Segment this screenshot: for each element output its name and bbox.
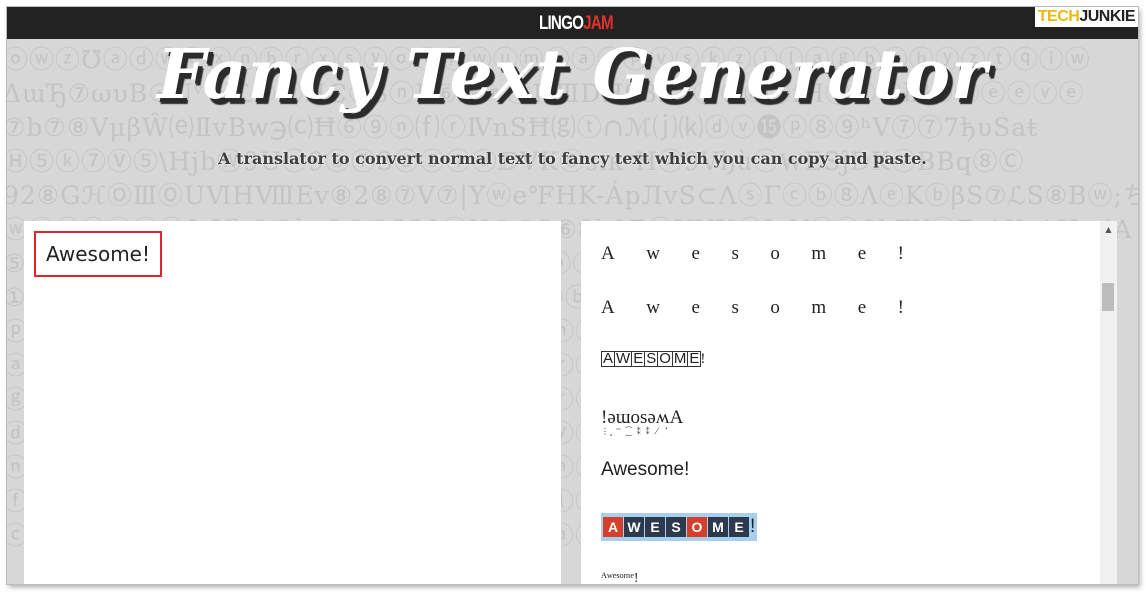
output-line-tiles-selected[interactable]: A W E S O M E! (601, 513, 758, 541)
badge-part2: JUNKIE (1079, 8, 1135, 25)
squared-letter: O (657, 350, 673, 367)
input-panel[interactable]: Awesome! (24, 221, 561, 584)
app-window: ⓞⓦⓩ℧ⓐⓓⓦⓔⓧⓝⓗⓡⓧⓢⓨⓞⓡⓟⓦⓤⓜⓔⓐⓓⓟⓥⓢⓚⓩⓘⓛⓐⓖⓑⓢⓗⓨⓩⓣⓠ… (7, 7, 1138, 584)
output-line-zalgo[interactable]: Awesome! (601, 459, 689, 481)
tile-letter: W (624, 517, 644, 537)
techjunkie-badge: TECHJUNKIE (1034, 7, 1138, 27)
output-panel[interactable]: A⃞ w⃞ e⃞ s⃞ o⃞ m⃞ e⃞ !⃞ A⃞ w⃞ e⃞ s⃞ o⃞ m… (581, 221, 1117, 584)
output-line-boxed-1[interactable]: A⃞ w⃞ e⃞ s⃞ o⃞ m⃞ e⃞ !⃞ (601, 243, 925, 265)
lingojam-logo[interactable]: LINGOJAM (539, 13, 614, 35)
page-subtitle: A translator to convert normal text to f… (218, 149, 927, 168)
output-line-squared[interactable]: A W E S O M E! (601, 351, 705, 368)
scroll-thumb[interactable] (1102, 283, 1114, 311)
output-line-small[interactable]: ᴬʷᵉˢᵒᵐᵉ! (601, 571, 639, 584)
tile-letter: M (708, 517, 728, 537)
bg-row: 92⑧GℋⓄⅢⓄUⅥHⅧEv⑧2⑧⑦V⑦|Yⓦe℉HK-ÁpЛvS⊂ΛⓢΓⓒⓑ⑧… (7, 181, 1138, 210)
squared-letter: E (631, 350, 646, 367)
logo-part2: JAM (583, 13, 614, 34)
tile-letter: O (687, 517, 707, 537)
output-line-upside-down[interactable]: !ǝɯosǝʍA (601, 407, 683, 429)
squared-letter: A (601, 350, 616, 367)
bg-row: ⑦b⑦⑧VμβŴ⒠ⅡvBw℈⒞Ħ⑥⑨ⓝ⒡ⓡⅣnSĦ⒢ⓣ∩ℳ⒥⒦ⓓⓥ⓯ⓟ⑧⑨ʰV⑦… (7, 113, 1039, 142)
input-text-highlighted[interactable]: Awesome! (34, 231, 162, 277)
squared-tail: ! (700, 351, 706, 367)
squared-letter: W (614, 350, 633, 367)
squared-letter: M (671, 350, 689, 367)
tile-letter: E (729, 517, 749, 537)
output-scrollbar[interactable]: ▲ (1100, 221, 1117, 584)
badge-part1: TECH (1037, 8, 1080, 25)
tile-letter: S (666, 517, 686, 537)
scroll-up-arrow-icon[interactable]: ▲ (1100, 225, 1117, 235)
squared-letter: S (644, 350, 659, 367)
page-title: Fancy Text Generator (157, 35, 988, 115)
tile-letter: E (645, 517, 665, 537)
output-zalgo-marks: ⋮ ͓ ̿ ⁐ ⁑ ⁑ ̸ ̽ (601, 427, 664, 436)
logo-part1: LINGO (539, 13, 584, 34)
tile-tail: ! (750, 516, 756, 537)
tile-letter: A (603, 517, 623, 537)
output-line-boxed-2[interactable]: A⃞ w⃞ e⃞ s⃞ o⃞ m⃞ e⃞ !⃞ (601, 297, 925, 319)
